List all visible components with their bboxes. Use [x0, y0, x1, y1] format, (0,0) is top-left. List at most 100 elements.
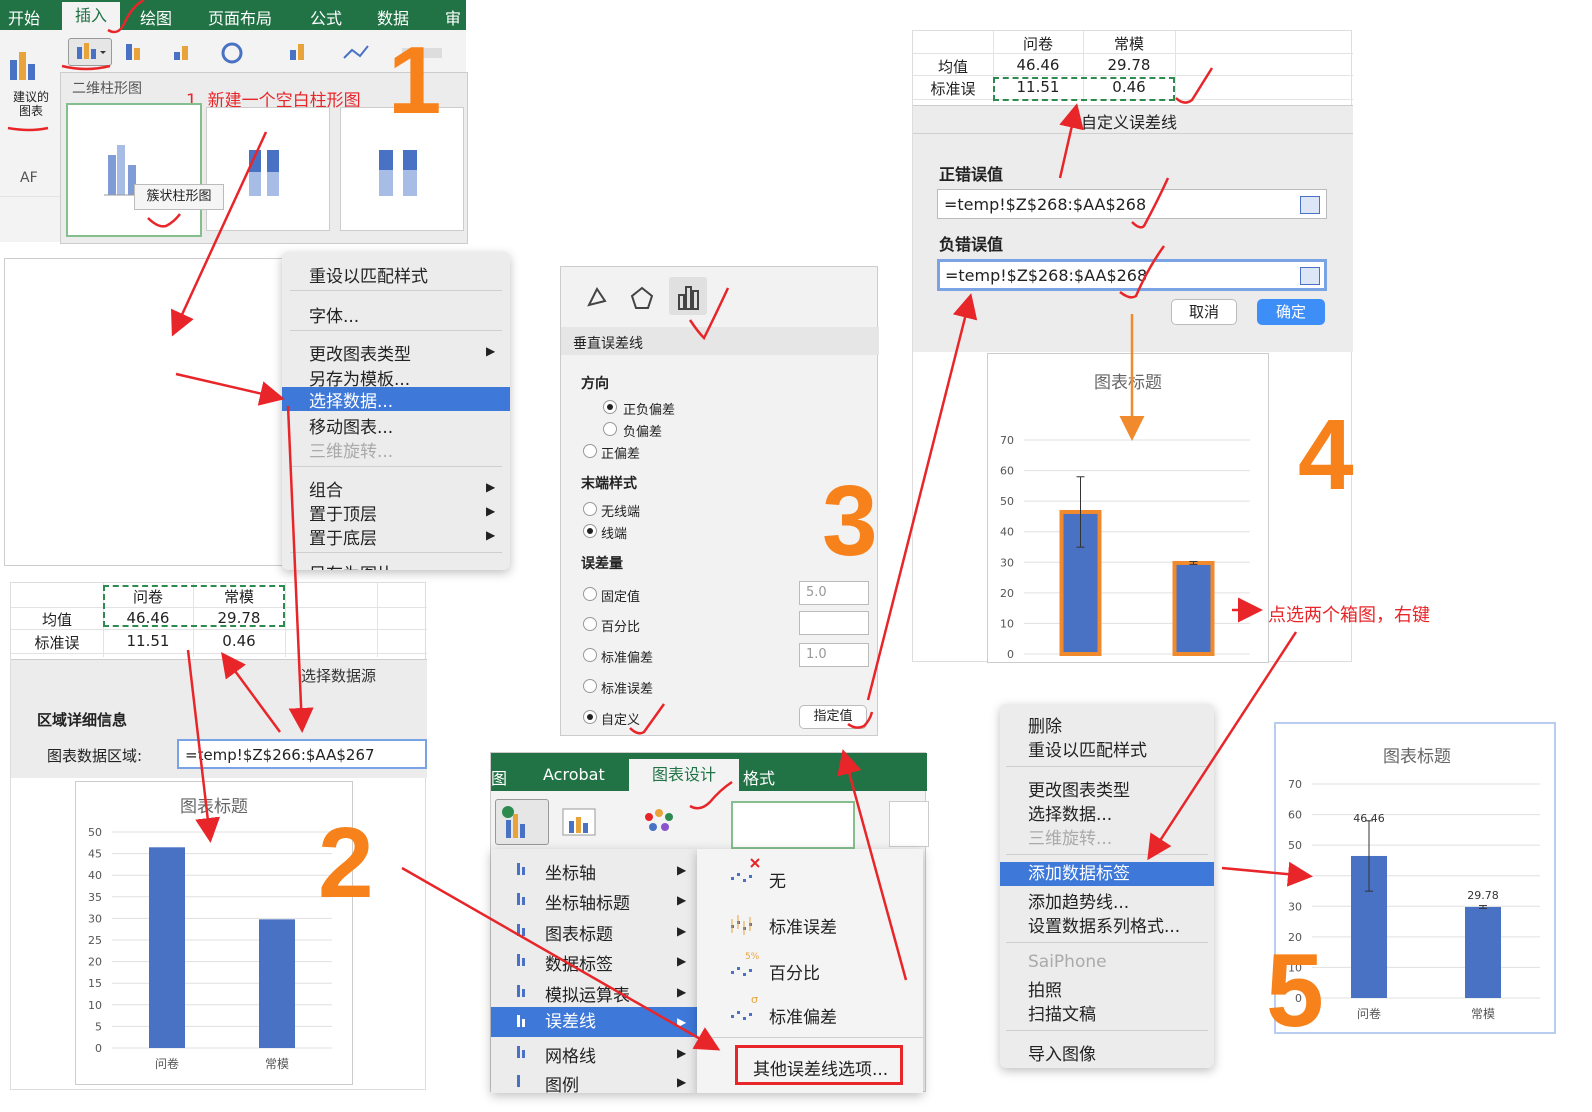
change-colors-icon[interactable]: [641, 807, 681, 837]
tab-formulas[interactable]: 公式: [310, 5, 342, 29]
menu-save-as-picture[interactable]: 另存为图片: [309, 560, 394, 570]
radio-minus[interactable]: [603, 422, 617, 436]
range-picker-icon[interactable]: [1300, 196, 1320, 214]
y-tick-label: 70: [1000, 434, 1014, 447]
cancel-button[interactable]: 取消: [1171, 299, 1237, 325]
radio-both[interactable]: [603, 400, 617, 414]
menu-format-series[interactable]: 设置数据系列格式...: [1028, 912, 1180, 937]
sheet-grid: [0, 196, 60, 197]
menu-axis-titles[interactable]: 坐标轴标题: [545, 889, 630, 914]
fixed-value-input[interactable]: 5.0: [799, 581, 869, 605]
error-bar-std-error[interactable]: 标准误差: [769, 913, 837, 938]
radio-cap-label: 线端: [601, 527, 628, 542]
y-tick-label: 30: [1000, 556, 1014, 569]
radio-custom[interactable]: [583, 710, 597, 724]
range-picker-icon[interactable]: [1300, 267, 1320, 285]
range-input[interactable]: =temp!$Z$266:$AA$267: [177, 739, 427, 769]
menu-send-to-back[interactable]: 置于底层: [309, 524, 377, 549]
menu-change-chart-type[interactable]: 更改图表类型: [309, 340, 411, 365]
sheet-grid: [1175, 31, 1176, 103]
add-chart-element-button[interactable]: [495, 799, 549, 845]
bar: [259, 919, 295, 1048]
radio-plus[interactable]: [583, 444, 597, 458]
error-bar-percentage[interactable]: 百分比: [769, 959, 820, 984]
menu-move-chart[interactable]: 移动图表...: [309, 413, 393, 438]
chart-style-thumb[interactable]: [731, 801, 855, 849]
error-bar-std-dev[interactable]: 标准偏差: [769, 1003, 837, 1028]
radio-percentage[interactable]: [583, 617, 597, 631]
menu-delete[interactable]: 删除: [1028, 712, 1062, 737]
tab-draw[interactable]: 绘图: [140, 5, 172, 29]
radio-custom-label: 自定义: [601, 713, 641, 728]
positive-error-value: =temp!$Z$268:$AA$268: [944, 195, 1147, 214]
radio-std-dev-label: 标准偏差: [601, 651, 654, 666]
menu-bring-to-front[interactable]: 置于顶层: [309, 500, 377, 525]
menu-group[interactable]: 组合: [309, 476, 343, 501]
fill-line-tab-icon[interactable]: [583, 283, 611, 311]
menu-select-data[interactable]: 选择数据...: [1028, 800, 1112, 825]
tab-review[interactable]: 审: [445, 5, 461, 29]
radio-std-error[interactable]: [583, 679, 597, 693]
tab-page-layout[interactable]: 页面布局: [208, 5, 272, 29]
menu-select-data[interactable]: 选择数据...: [282, 387, 510, 412]
menu-data-table[interactable]: 模拟运算表: [545, 981, 630, 1006]
tab-insert[interactable]: 插入: [62, 2, 120, 30]
tab-home[interactable]: 开始: [8, 5, 40, 29]
x-tick-label: 问卷: [1357, 1006, 1381, 1021]
bar: [1465, 906, 1501, 998]
menu-gridlines[interactable]: 网格线: [545, 1042, 596, 1067]
y-tick-label: 20: [88, 956, 102, 969]
menu-add-trendline[interactable]: 添加趋势线...: [1028, 888, 1129, 913]
tab-chart-short[interactable]: 图: [491, 765, 507, 789]
column-chart-button[interactable]: [68, 38, 112, 66]
x-tick-label: 常模: [265, 1057, 289, 1071]
menu-chart-title[interactable]: 图表标题: [545, 920, 613, 945]
specify-value-button[interactable]: 指定值: [799, 705, 867, 729]
chart-step2[interactable]: 图表标题 0 5 10 15 20 25 30 35 40 45 50 问卷 常模: [75, 781, 353, 1085]
tab-chart-design[interactable]: 图表设计: [629, 759, 739, 791]
radio-fixed-value[interactable]: [583, 587, 597, 601]
radio-std-dev[interactable]: [583, 648, 597, 662]
menu-take-photo[interactable]: 拍照: [1028, 976, 1062, 1001]
quick-layout-icon[interactable]: [561, 807, 607, 837]
row-label-se: 标准误: [930, 80, 976, 98]
menu-import-image[interactable]: 导入图像: [1028, 1040, 1096, 1065]
negative-error-input[interactable]: =temp!$Z$268:$AA$268: [937, 259, 1327, 291]
stacked-column-thumb[interactable]: [206, 107, 330, 231]
menu-scan-documents[interactable]: 扫描文稿: [1028, 1000, 1096, 1025]
recommended-chart-label[interactable]: 建议的 图表: [6, 90, 56, 118]
sheet-grid: [377, 583, 378, 657]
error-bar-options-tab-icon[interactable]: [669, 277, 707, 315]
effects-tab-icon[interactable]: [629, 285, 655, 311]
menu-axes[interactable]: 坐标轴: [545, 859, 596, 884]
radio-no-cap[interactable]: [583, 502, 597, 516]
end-style-label: 末端样式: [581, 476, 637, 492]
percentage-input[interactable]: [799, 611, 869, 635]
menu-data-labels[interactable]: 数据标签: [545, 950, 613, 975]
ok-button[interactable]: 确定: [1257, 299, 1325, 325]
radio-cap[interactable]: [583, 524, 597, 538]
clustered-column-thumb[interactable]: [66, 103, 202, 237]
std-dev-input[interactable]: 1.0: [799, 643, 869, 667]
positive-error-input[interactable]: =temp!$Z$268:$AA$268: [937, 189, 1327, 219]
col-header-norm: 常模: [1113, 35, 1144, 53]
context-menu-series: 删除 重设以匹配样式 更改图表类型 选择数据... 三维旋转... 添加数据标签…: [1000, 704, 1214, 1068]
chart-step4[interactable]: 图表标题 010203040506070问卷常模: [987, 353, 1269, 663]
y-tick-label: 50: [1000, 495, 1014, 508]
menu-reset-style[interactable]: 重设以匹配样式: [1028, 736, 1147, 761]
menu-add-data-labels[interactable]: 添加数据标签: [1000, 862, 1214, 886]
chart-style-thumb[interactable]: [889, 801, 929, 847]
tab-acrobat[interactable]: Acrobat: [543, 765, 605, 784]
recommended-chart-icon[interactable]: [10, 48, 40, 80]
menu-legend[interactable]: 图例: [545, 1071, 579, 1096]
menu-change-chart-type[interactable]: 更改图表类型: [1028, 776, 1130, 801]
error-bar-none[interactable]: 无: [769, 867, 786, 892]
y-tick-label: 60: [1288, 809, 1302, 822]
y-tick-label: 30: [1288, 900, 1302, 913]
menu-separator: [1006, 1030, 1208, 1031]
empty-chart-area[interactable]: [4, 258, 284, 566]
menu-reset-style[interactable]: 重设以匹配样式: [309, 262, 428, 287]
section-vertical-error-bars[interactable]: 垂直误差线: [573, 333, 643, 353]
tab-format[interactable]: 格式: [743, 765, 775, 789]
menu-font[interactable]: 字体...: [309, 302, 359, 327]
